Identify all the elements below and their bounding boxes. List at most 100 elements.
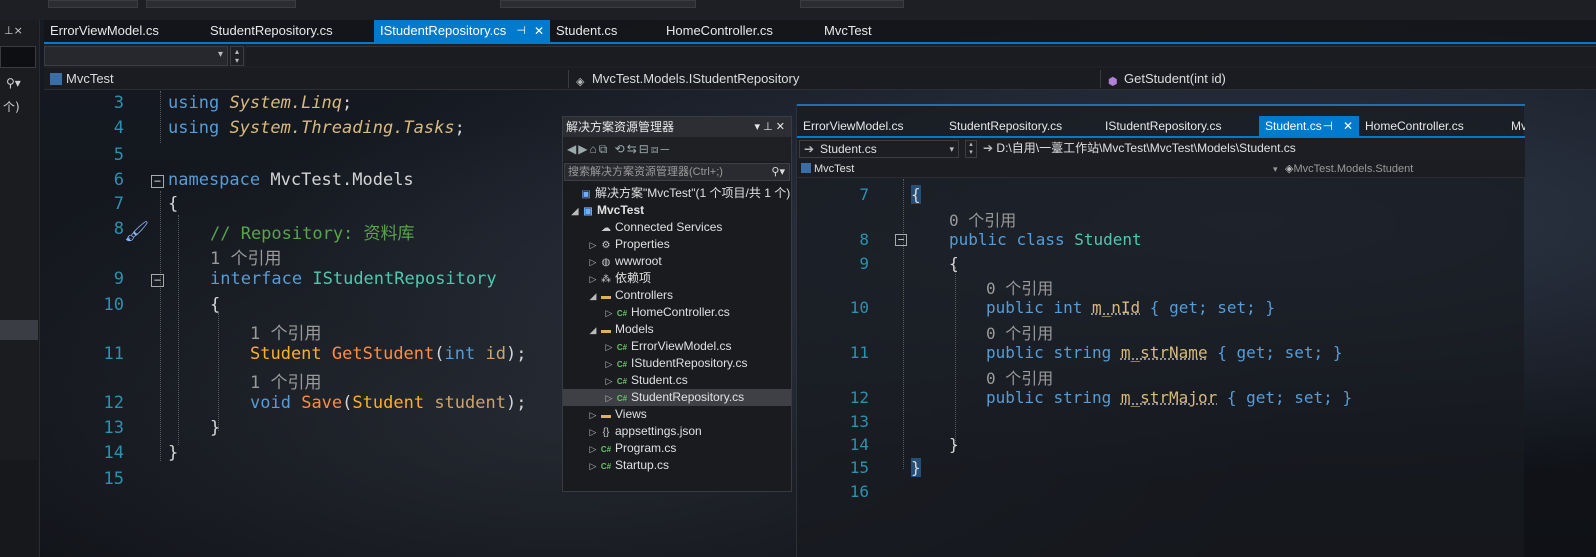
sync-icon[interactable]: ⇆: [627, 142, 639, 156]
project-dropdown[interactable]: MvcTest: [50, 68, 570, 90]
pin-icon[interactable]: ⊥: [763, 121, 773, 133]
tab-homecontroller[interactable]: HomeController.cs: [660, 20, 818, 42]
file-combo[interactable]: ➔ Student.cs ▾: [799, 140, 959, 158]
collapsed-arrow-icon[interactable]: ▷: [603, 339, 615, 356]
tree-item-homecontroller[interactable]: ▷ C# HomeController.cs: [563, 304, 791, 321]
tab-istudentrepository[interactable]: IStudentRepository.cs ⊣ ✕: [374, 20, 550, 42]
method-icon: ⬢: [1108, 76, 1118, 88]
collapsed-arrow-icon[interactable]: ▷: [603, 390, 615, 407]
chevron-down-icon[interactable]: ▾: [1273, 161, 1278, 177]
spin-stepper[interactable]: ▴ ▾: [965, 140, 977, 158]
collapse-toggle[interactable]: −: [151, 175, 164, 188]
expanded-arrow-icon[interactable]: ◢: [587, 322, 599, 339]
keyword: string: [1053, 388, 1112, 407]
collapse-toggle[interactable]: −: [151, 274, 164, 287]
project-dropdown[interactable]: MvcTest: [801, 160, 854, 178]
back-icon[interactable]: ◀: [567, 142, 578, 156]
toolbar-combo[interactable]: [146, 0, 296, 8]
panel-combo[interactable]: [0, 46, 36, 68]
toolbar-combo[interactable]: [48, 0, 138, 8]
collapsed-arrow-icon[interactable]: ▷: [587, 441, 599, 458]
expanded-arrow-icon[interactable]: ◢: [569, 203, 581, 220]
close-icon[interactable]: ✕: [1343, 116, 1353, 136]
tree-item-wwwroot[interactable]: ▷ ◍ wwwroot: [563, 253, 791, 270]
tab-mvctest[interactable]: MvcTest: [818, 20, 918, 42]
tree-item-startup[interactable]: ▷ C# Startup.cs: [563, 457, 791, 474]
expanded-arrow-icon[interactable]: ◢: [587, 288, 599, 305]
collapsed-arrow-icon[interactable]: ▷: [587, 271, 599, 288]
tab-student[interactable]: Student.cs ⊣ ✕: [1259, 116, 1359, 136]
history-icon[interactable]: ⟲: [615, 142, 627, 156]
collapsed-arrow-icon[interactable]: ▷: [603, 356, 615, 373]
tree-item-views[interactable]: ▷ ▬ Views: [563, 406, 791, 423]
tree-item-models[interactable]: ◢ ▬ Models: [563, 321, 791, 338]
tab-homecontroller[interactable]: HomeController.cs: [1359, 116, 1505, 136]
property-name: m_strMajor: [1120, 388, 1218, 407]
tab-istudentrepository[interactable]: IStudentRepository.cs: [1099, 116, 1259, 136]
tree-item-student[interactable]: ▷ C# Student.cs: [563, 372, 791, 389]
solution-search-input[interactable]: 搜索解决方案资源管理器(Ctrl+;) ⚲▾: [564, 163, 790, 181]
collapse-all-icon[interactable]: ⊟: [639, 142, 651, 156]
pin-icon[interactable]: ⊥×: [4, 24, 23, 37]
tree-item-errorviewmodel[interactable]: ▷ C# ErrorViewModel.cs: [563, 338, 791, 355]
switch-view-icon[interactable]: ⧉: [599, 142, 610, 156]
pin-icon[interactable]: ⊣: [1323, 116, 1333, 136]
home-icon[interactable]: ⌂: [589, 142, 598, 156]
tree-item-istudentrepository[interactable]: ▷ C# IStudentRepository.cs: [563, 355, 791, 372]
reference-count[interactable]: 1 个引用: [210, 244, 281, 269]
close-icon[interactable]: ✕: [534, 20, 544, 42]
tree-item-controllers[interactable]: ◢ ▬ Controllers: [563, 287, 791, 304]
toolbar-combo[interactable]: [800, 0, 904, 8]
tab-errorviewmodel[interactable]: ErrorViewModel.cs: [44, 20, 204, 42]
properties-icon[interactable]: ─: [660, 142, 671, 156]
toolbar-search[interactable]: [500, 0, 696, 8]
spin-stepper[interactable]: ▴ ▾: [230, 46, 244, 66]
main-code-editor[interactable]: 3 using System.Linq; 4 using System.Thre…: [44, 91, 556, 557]
reference-count[interactable]: 0 个引用: [949, 207, 1016, 231]
collapsed-arrow-icon[interactable]: ▷: [587, 458, 599, 475]
type-dropdown[interactable]: ◈MvcTest.Models.Student: [1285, 160, 1413, 178]
tree-item-program[interactable]: ▷ C# Program.cs: [563, 440, 791, 457]
reference-count[interactable]: 0 个引用: [986, 320, 1053, 344]
tab-studentrepository[interactable]: StudentRepository.cs: [204, 20, 374, 42]
tab-studentrepository[interactable]: StudentRepository.cs: [943, 116, 1099, 136]
selected-row[interactable]: [0, 320, 38, 340]
tree-item-connected-services[interactable]: ☁ Connected Services: [563, 219, 791, 236]
chevron-down-icon: ▾: [217, 49, 223, 60]
reference-count[interactable]: 1 个引用: [250, 319, 321, 344]
tab-mvctest[interactable]: Mv: [1505, 116, 1525, 136]
tree-item-properties[interactable]: ▷ ⚙ Properties: [563, 236, 791, 253]
pin-icon[interactable]: ⊣: [516, 20, 526, 42]
tree-item-studentrepository[interactable]: ▷ C# StudentRepository.cs: [563, 389, 791, 406]
line-number: 6: [113, 170, 124, 190]
keyword: public: [986, 298, 1044, 317]
chevron-down-icon[interactable]: ▾: [755, 121, 761, 133]
tab-label: ErrorViewModel.cs: [50, 23, 159, 38]
collapsed-arrow-icon[interactable]: ▷: [587, 424, 599, 441]
secondary-combo[interactable]: [246, 46, 1596, 66]
collapsed-arrow-icon[interactable]: ▷: [603, 305, 615, 322]
collapsed-arrow-icon[interactable]: ▷: [587, 254, 599, 271]
reference-count[interactable]: 0 个引用: [986, 365, 1053, 389]
collapsed-arrow-icon[interactable]: ▷: [587, 407, 599, 424]
panel-footer: [0, 460, 38, 557]
scope-combo[interactable]: ▾: [44, 46, 228, 66]
tree-item-dependencies[interactable]: ▷ ⁂ 依赖项: [563, 270, 791, 287]
reference-count[interactable]: 1 个引用: [250, 368, 321, 393]
search-icon[interactable]: ⚲▾: [6, 76, 21, 90]
type-dropdown[interactable]: ◈ MvcTest.Models.IStudentRepository: [576, 68, 1096, 90]
member-dropdown[interactable]: ⬢ GetStudent(int id): [1108, 68, 1588, 90]
forward-icon[interactable]: ▶: [578, 142, 589, 156]
secondary-code-editor[interactable]: 7 { 0 个引用 8 − public class Student 9 { 0…: [797, 179, 1525, 557]
collapsed-arrow-icon[interactable]: ▷: [587, 237, 599, 254]
tree-item-solution[interactable]: ▣ 解决方案"MvcTest"(1 个项目/共 1 个): [563, 185, 791, 202]
tree-item-appsettings[interactable]: ▷{} appsettings.json: [563, 423, 791, 440]
collapse-toggle[interactable]: −: [895, 234, 907, 246]
close-icon[interactable]: ✕: [776, 121, 785, 133]
tree-item-project[interactable]: ◢ ▣ MvcTest: [563, 202, 791, 219]
tab-errorviewmodel[interactable]: ErrorViewModel.cs: [797, 116, 943, 136]
collapsed-arrow-icon[interactable]: ▷: [603, 373, 615, 390]
tab-student[interactable]: Student.cs: [550, 20, 660, 42]
search-icon[interactable]: ⚲▾: [771, 164, 785, 180]
reference-count[interactable]: 0 个引用: [986, 275, 1053, 299]
